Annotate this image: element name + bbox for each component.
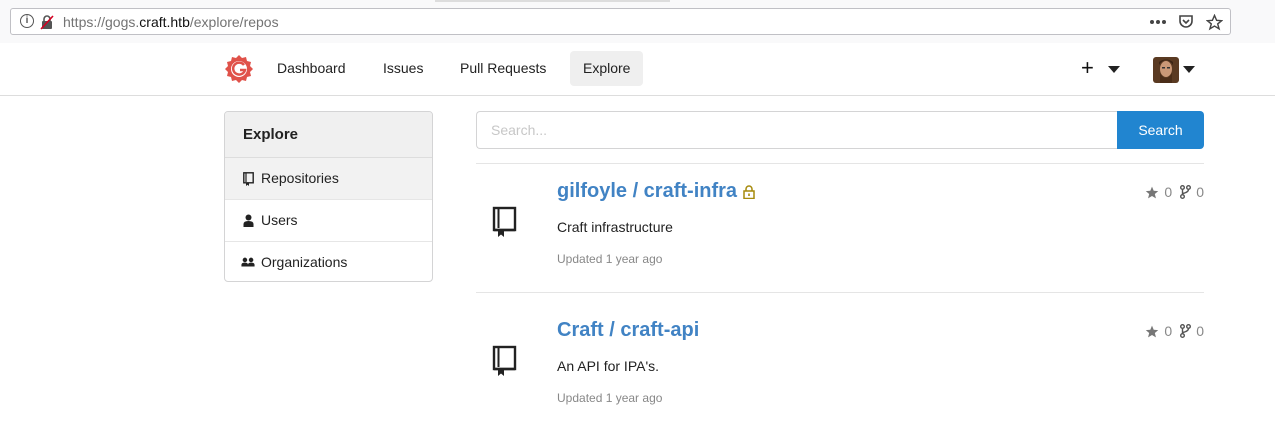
create-dropdown-caret-icon[interactable] [1108,66,1120,73]
create-new-icon[interactable]: + [1081,57,1094,79]
insecure-lock-icon[interactable] [40,14,54,30]
top-navbar: Dashboard Issues Pull Requests Explore + [0,43,1275,96]
repo-description: An API for IPA's. [557,358,660,374]
repo-list-item: Craft / craft-api An API for IPA's. Upda… [476,302,1204,422]
pocket-icon[interactable] [1176,12,1196,32]
browser-toolbar: i https://gogs.craft.htb/explore/repos [0,0,1275,44]
repo-name[interactable]: Craft / craft-api [557,319,699,342]
explore-sidebar: Explore Repositories Users Organizations [224,111,433,282]
nav-explore[interactable]: Explore [570,51,644,86]
organization-icon [241,255,255,271]
repo-book-icon [492,345,517,376]
repo-updated: Updated 1 year ago [557,252,663,266]
repo-stats: 0 0 [1145,184,1204,200]
repo-name-link[interactable]: gilfoyle / craft-infra [557,180,755,203]
address-bar[interactable]: i https://gogs.craft.htb/explore/repos [10,8,1231,35]
url-prefix: https://gogs. [63,14,140,30]
fork-icon [1180,324,1192,338]
repo-name[interactable]: gilfoyle / craft-infra [557,180,737,203]
nav-dashboard[interactable]: Dashboard [264,51,359,86]
sidebar-item-label: Organizations [261,254,348,270]
nav-issues[interactable]: Issues [370,51,436,86]
divider [476,292,1204,293]
sidebar-title: Explore [225,112,432,158]
star-count: 0 [1145,323,1172,339]
url-domain: craft.htb [139,14,190,30]
private-lock-icon [743,184,755,199]
fork-count-value: 0 [1196,323,1204,339]
bookmark-star-icon[interactable] [1204,12,1224,32]
url-path: /explore/repos [189,14,279,30]
search-button[interactable]: Search [1117,111,1204,149]
fork-count: 0 [1180,184,1204,200]
fork-icon [1180,185,1192,199]
star-count: 0 [1145,184,1172,200]
star-count-value: 0 [1164,323,1173,339]
fork-count-value: 0 [1196,184,1204,200]
sidebar-item-label: Users [261,212,298,228]
user-avatar[interactable] [1153,57,1179,83]
repo-description: Craft infrastructure [557,219,673,235]
repo-list-item: gilfoyle / craft-infra Craft infrastruct… [476,163,1204,283]
repo-updated: Updated 1 year ago [557,391,663,405]
more-icon[interactable] [1148,12,1168,32]
repo-name-link[interactable]: Craft / craft-api [557,319,699,342]
url-text[interactable]: https://gogs.craft.htb/explore/repos [63,14,279,30]
sidebar-item-organizations[interactable]: Organizations [225,242,432,281]
sidebar-item-label: Repositories [261,170,339,186]
tab-indicator [435,0,670,2]
star-count-value: 0 [1164,184,1173,200]
fork-count: 0 [1180,323,1204,339]
user-dropdown-caret-icon[interactable] [1183,66,1195,73]
repo-icon [241,171,255,187]
nav-pull-requests[interactable]: Pull Requests [447,51,559,86]
address-bar-actions [1148,12,1224,32]
gogs-logo-icon[interactable] [224,54,254,84]
repo-book-icon [492,206,517,237]
sidebar-item-users[interactable]: Users [225,200,432,242]
info-icon[interactable]: i [20,14,34,28]
repo-stats: 0 0 [1145,323,1204,339]
star-icon [1146,186,1159,198]
person-icon [241,213,255,229]
star-icon [1146,325,1159,337]
search-input[interactable] [476,111,1118,149]
sidebar-item-repositories[interactable]: Repositories [225,158,432,200]
